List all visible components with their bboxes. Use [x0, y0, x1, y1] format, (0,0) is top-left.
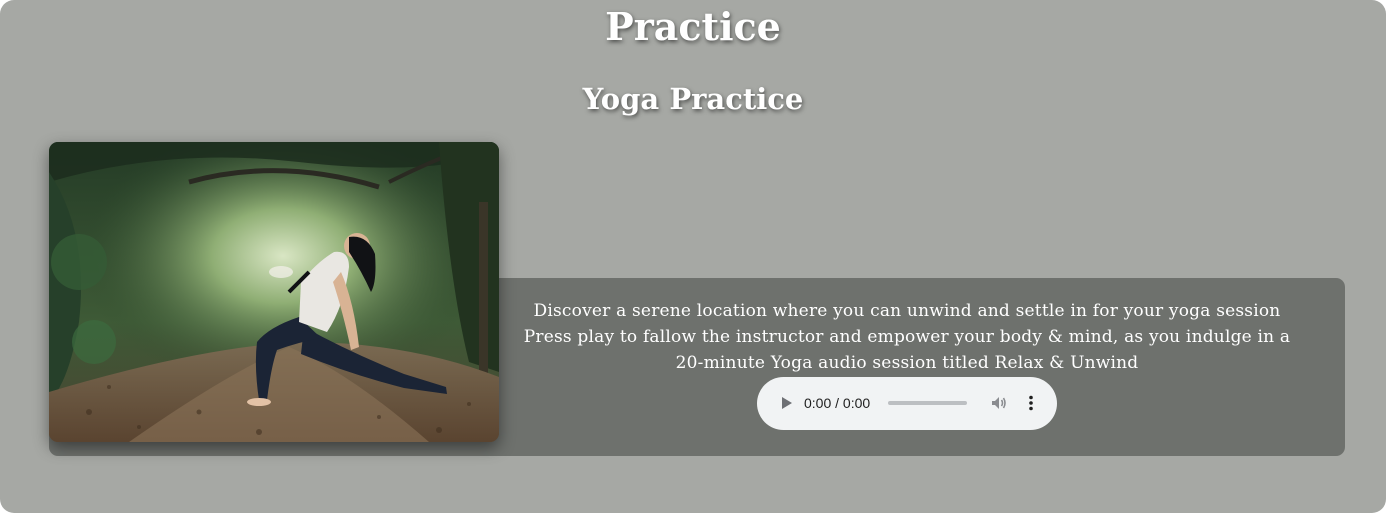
- yoga-photo-illustration: [49, 142, 499, 442]
- section-title: Yoga Practice: [582, 82, 804, 116]
- session-description: Discover a serene location where you can…: [523, 301, 1291, 373]
- audio-player[interactable]: 0:00 / 0:00: [757, 377, 1057, 430]
- play-icon[interactable]: [777, 394, 795, 412]
- yoga-photo: [49, 142, 499, 442]
- volume-icon[interactable]: [989, 393, 1009, 413]
- practice-page: Practice Yoga Practice Discover a serene…: [0, 0, 1386, 513]
- audio-time: 0:00 / 0:00: [804, 395, 871, 411]
- page-title: Practice: [605, 4, 781, 49]
- more-vert-icon[interactable]: [1021, 393, 1041, 413]
- audio-progress-bar[interactable]: [888, 401, 967, 405]
